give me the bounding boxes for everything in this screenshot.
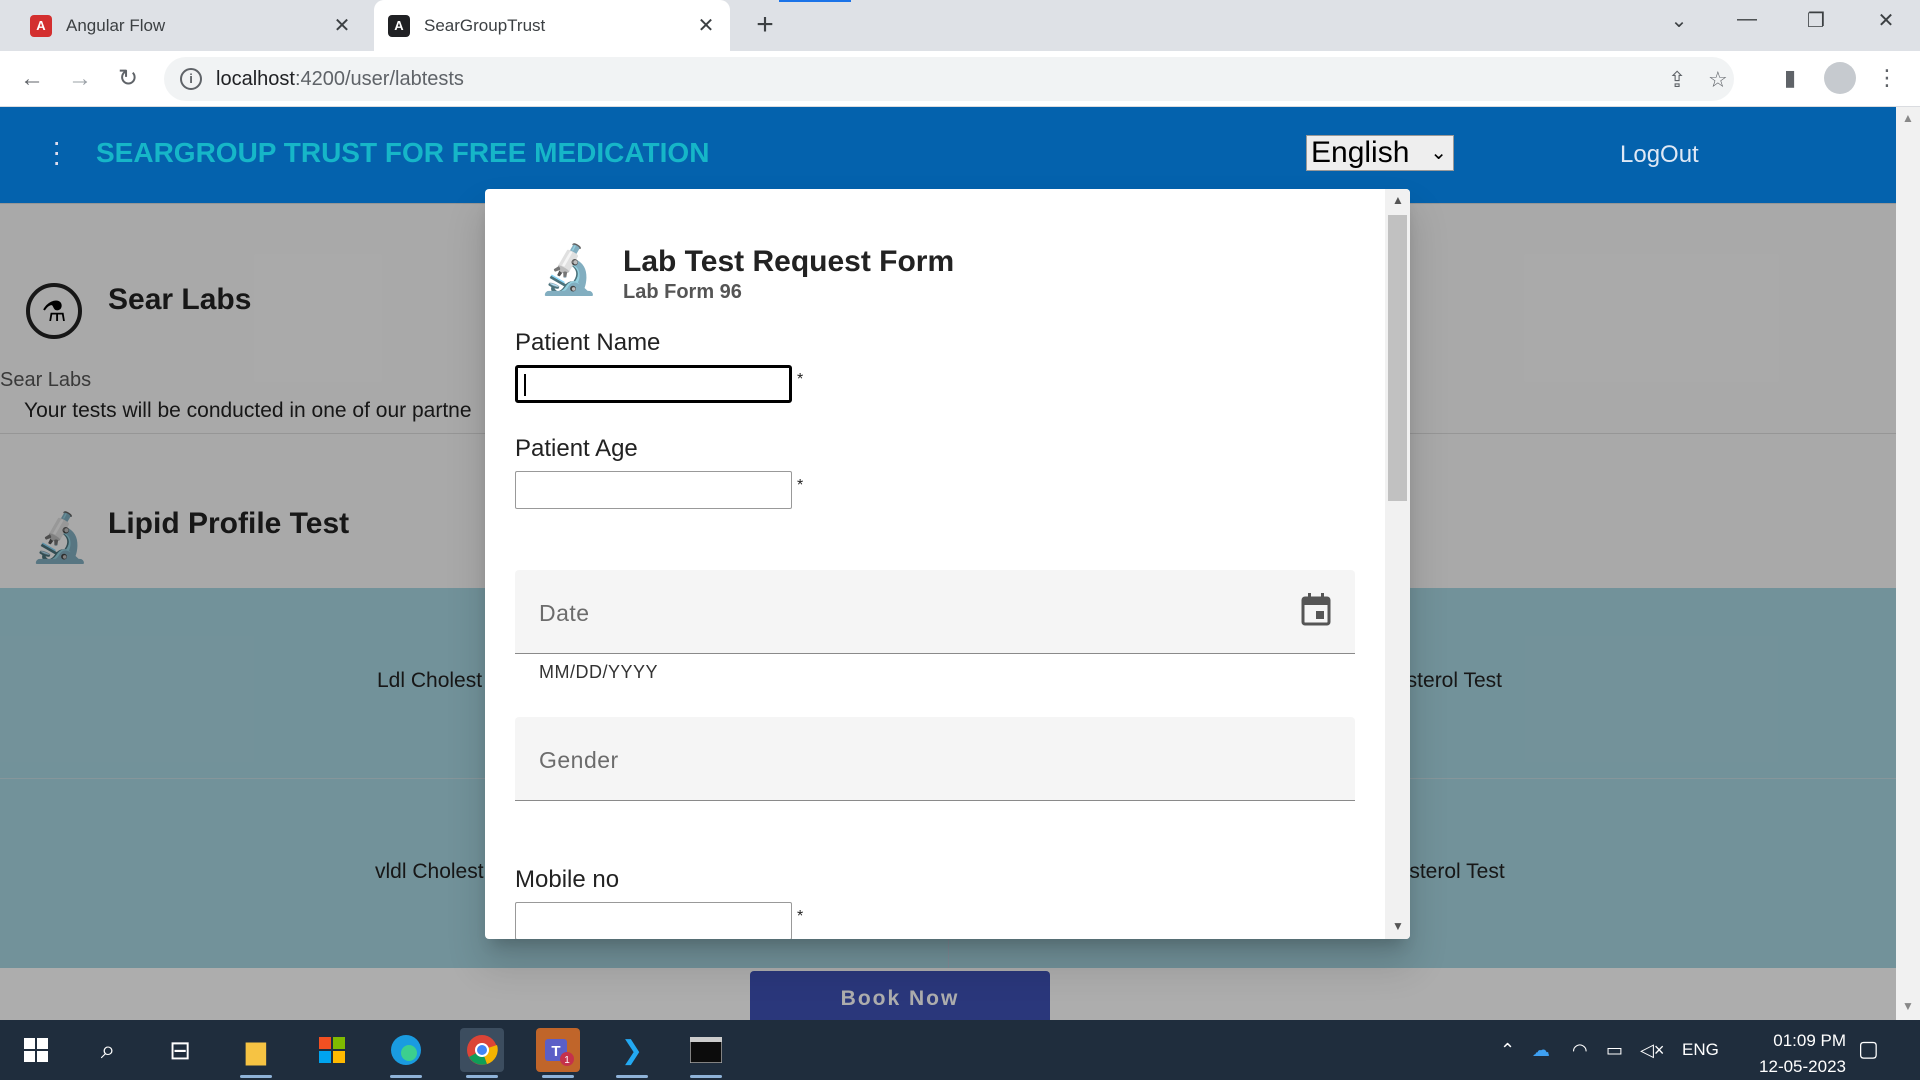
forward-icon[interactable]: → — [64, 63, 96, 95]
notifications-icon[interactable]: ▢ — [1858, 1036, 1879, 1062]
terminal-icon[interactable] — [684, 1028, 728, 1078]
teams-icon[interactable]: T1 — [536, 1028, 580, 1078]
gender-select[interactable]: Gender — [515, 717, 1355, 801]
share-icon[interactable]: ⇪ — [1668, 67, 1686, 93]
required-mark: * — [797, 371, 804, 388]
edge-icon[interactable] — [384, 1028, 428, 1078]
site-info-icon[interactable]: i — [180, 68, 202, 90]
reload-icon[interactable]: ↻ — [112, 63, 144, 95]
angular-flow-icon: A — [30, 14, 52, 37]
file-explorer-icon[interactable]: ▆ — [234, 1028, 278, 1078]
browser-toolbar: ← → ↻ i localhost:4200/user/labtests ⇪ ☆… — [0, 51, 1920, 107]
mobile-input[interactable] — [515, 902, 792, 939]
logout-link[interactable]: LogOut — [1620, 141, 1699, 169]
date-placeholder: Date — [539, 600, 590, 626]
clock[interactable]: 01:09 PM 12-05-2023 — [1736, 1028, 1846, 1080]
patient-age-input[interactable] — [515, 471, 792, 509]
calendar-icon[interactable] — [1301, 592, 1331, 626]
patient-age-label: Patient Age — [515, 435, 638, 462]
page-scrollbar[interactable]: ▲ ▼ — [1896, 107, 1920, 1020]
back-icon[interactable]: ← — [16, 63, 48, 95]
browser-menu-icon[interactable]: ⋮ — [1872, 65, 1902, 91]
microscope-icon: 🔬 — [539, 244, 599, 297]
tab-title: Angular Flow — [66, 15, 166, 35]
patient-name-label: Patient Name — [515, 329, 661, 356]
chrome-icon[interactable] — [460, 1028, 504, 1078]
address-bar[interactable]: i localhost:4200/user/labtests ⇪ ☆ — [164, 57, 1734, 101]
date-field[interactable]: Date — [515, 570, 1355, 654]
new-tab-button[interactable]: + — [750, 10, 780, 40]
patient-name-input[interactable] — [515, 365, 792, 403]
task-view-icon[interactable]: ⊟ — [158, 1028, 202, 1072]
dialog-title: Lab Test Request Form — [623, 245, 955, 278]
side-panel-icon[interactable]: ▮ — [1775, 65, 1805, 91]
svg-text:1: 1 — [564, 1055, 570, 1066]
browser-tab-strip: A Angular Flow ✕ A SearGroupTrust ✕ + ⌄ … — [0, 0, 1920, 51]
bookmark-star-icon[interactable]: ☆ — [1708, 67, 1728, 93]
required-mark: * — [797, 477, 804, 494]
clock-time: 01:09 PM — [1773, 1031, 1846, 1050]
dialog-subtitle: Lab Form 96 — [623, 281, 742, 303]
tab-angular-flow[interactable]: A Angular Flow ✕ — [16, 0, 366, 51]
windows-start-icon[interactable] — [14, 1028, 58, 1072]
svg-text:T: T — [551, 1043, 560, 1060]
angular-icon: A — [388, 14, 410, 37]
gender-placeholder: Gender — [539, 747, 619, 773]
wifi-icon[interactable]: ◠ — [1572, 1040, 1588, 1061]
windows-taskbar: ⌕ ⊟ ▆ T1 ❯ ⌃ ☁ ◠ ▭ ◁× ENG 01:09 PM 12-05… — [0, 1020, 1920, 1080]
tab-title: SearGroupTrust — [424, 15, 546, 35]
brand-title: SEARGROUP TRUST FOR FREE MEDICATION — [96, 137, 710, 168]
close-window-button[interactable]: ✕ — [1866, 8, 1906, 33]
minimize-button[interactable]: — — [1727, 8, 1767, 31]
store-icon[interactable] — [310, 1028, 354, 1072]
menu-icon[interactable]: · · · — [52, 128, 61, 176]
tab-seargrouptrust[interactable]: A SearGroupTrust ✕ — [374, 0, 730, 51]
profile-avatar[interactable] — [1824, 62, 1856, 94]
mobile-label: Mobile no — [515, 866, 620, 893]
close-icon[interactable]: ✕ — [330, 13, 354, 38]
close-icon[interactable]: ✕ — [694, 13, 718, 38]
onedrive-cloud-icon[interactable]: ☁ — [1532, 1040, 1550, 1061]
input-language[interactable]: ENG — [1682, 1040, 1719, 1060]
battery-icon[interactable]: ▭ — [1606, 1040, 1623, 1061]
search-icon[interactable]: ⌕ — [86, 1028, 130, 1072]
chevron-down-icon: ⌄ — [1430, 142, 1447, 164]
clock-date: 12-05-2023 — [1759, 1057, 1846, 1076]
vscode-icon[interactable]: ❯ — [610, 1028, 654, 1078]
tab-loading-indicator — [779, 0, 851, 2]
date-format-hint: MM/DD/YYYY — [539, 662, 659, 682]
volume-muted-icon[interactable]: ◁× — [1640, 1040, 1664, 1061]
tab-search-icon[interactable]: ⌄ — [1659, 8, 1699, 33]
dialog-scrollbar[interactable]: ▲ ▼ — [1385, 189, 1410, 939]
restore-button[interactable]: ❐ — [1796, 8, 1836, 33]
lab-test-request-dialog: 🔬 Lab Test Request Form Lab Form 96 Pati… — [485, 189, 1410, 939]
language-select[interactable]: English ⌄ — [1306, 135, 1454, 171]
scrollbar-thumb[interactable] — [1388, 215, 1407, 501]
url-text: localhost:4200/user/labtests — [216, 67, 464, 90]
show-hidden-icons-chevron-icon[interactable]: ⌃ — [1500, 1040, 1515, 1061]
required-mark: * — [797, 908, 804, 925]
